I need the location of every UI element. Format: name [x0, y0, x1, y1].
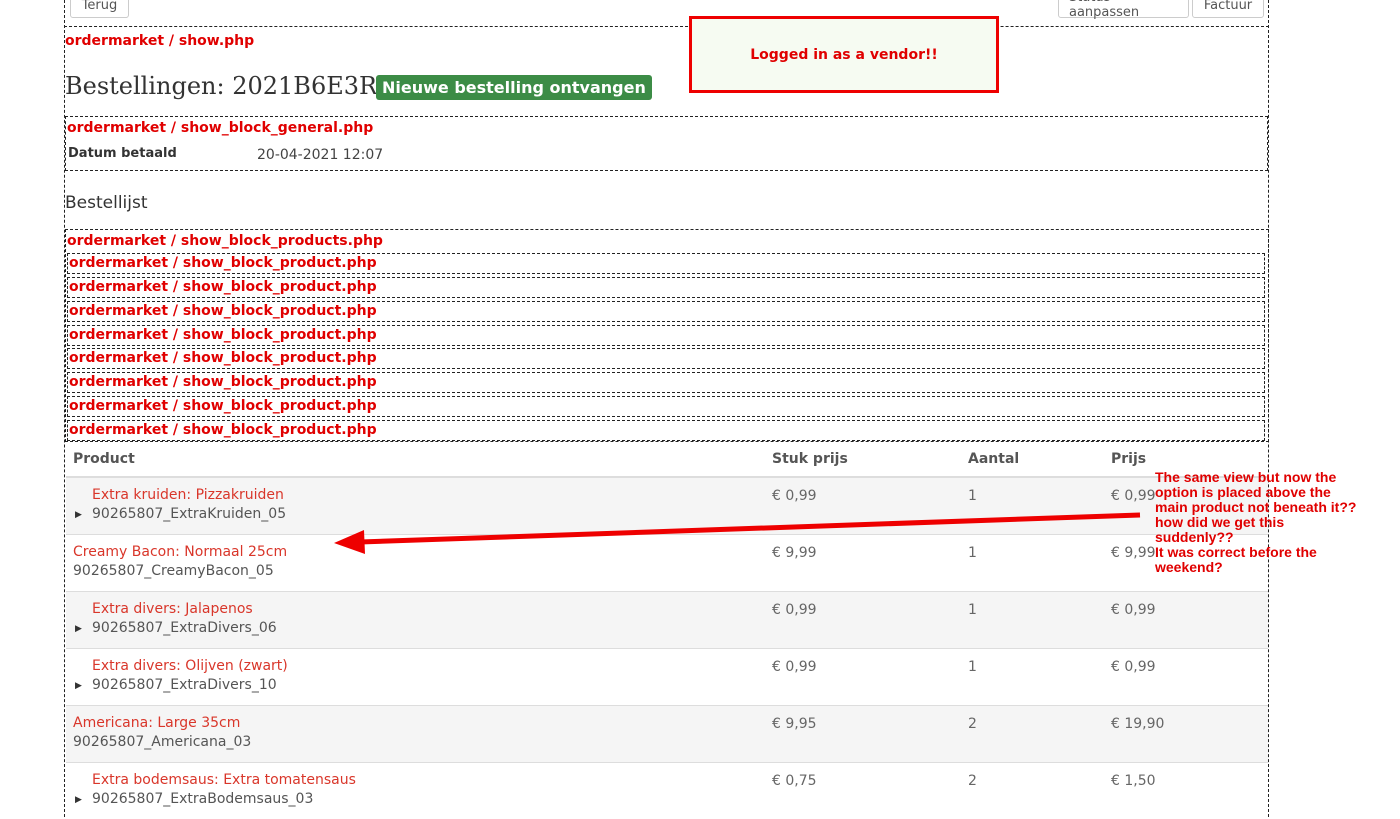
debug-label-product: ordermarket / show_block_product.php — [69, 350, 377, 366]
order-table: Product Stuk prijs Aantal Prijs ▶ Extra … — [66, 442, 1268, 819]
product-sku: 90265807_ExtraBodemsaus_03 — [92, 791, 758, 807]
arrow-shaft — [360, 515, 1140, 542]
product-link[interactable]: Extra kruiden: Pizzakruiden — [92, 487, 758, 503]
quantity: 1 — [968, 602, 1097, 618]
unit-price-cell: € 9,95 — [765, 706, 961, 763]
product-block: ordermarket / show_block_product.php — [67, 348, 1265, 369]
caret-right-icon[interactable]: ▶ — [75, 624, 82, 634]
product-link[interactable]: Americana: Large 35cm — [73, 715, 758, 731]
annotation-arrow-icon — [330, 505, 1145, 555]
product-cell: ▶ Extra divers: Olijven (zwart) 90265807… — [66, 649, 765, 706]
column-header-product: Product — [66, 442, 765, 477]
product-block: ordermarket / show_block_product.php — [67, 396, 1265, 417]
annotation-line: It was correct before the — [1155, 545, 1385, 560]
debug-label-product: ordermarket / show_block_product.php — [69, 279, 377, 295]
product-sku: 90265807_ExtraDivers_06 — [92, 620, 758, 636]
unit-price: € 0,75 — [772, 773, 954, 789]
quantity: 1 — [968, 488, 1097, 504]
product-sku: 90265807_CreamyBacon_05 — [73, 563, 758, 579]
caret-right-icon[interactable]: ▶ — [75, 681, 82, 691]
quantity: 2 — [968, 716, 1097, 732]
general-block: ordermarket / show_block_general.php Dat… — [65, 116, 1268, 171]
vendor-notice: Logged in as a vendor!! — [689, 16, 999, 93]
price: € 1,50 — [1111, 773, 1261, 789]
quantity-cell: 1 — [961, 592, 1104, 649]
section-title: Bestellijst — [65, 193, 148, 213]
invoice-button[interactable]: Factuur — [1192, 0, 1264, 18]
debug-label-product: ordermarket / show_block_product.php — [69, 255, 377, 271]
debug-label-general: ordermarket / show_block_general.php — [67, 120, 373, 136]
caret-right-icon[interactable]: ▶ — [75, 510, 82, 520]
price-cell: € 0,99 — [1104, 649, 1268, 706]
product-cell: ▶ Extra divers: Jalapenos 90265807_Extra… — [66, 592, 765, 649]
unit-price: € 0,99 — [772, 602, 954, 618]
annotation-line: suddenly?? — [1155, 530, 1385, 545]
page-title: Bestellingen: 2021B6E3R6 — [65, 72, 392, 100]
debug-label-product: ordermarket / show_block_product.php — [69, 303, 377, 319]
product-sku: 90265807_ExtraDivers_10 — [92, 677, 758, 693]
price-cell: € 0,99 — [1104, 592, 1268, 649]
vendor-notice-text: Logged in as a vendor!! — [750, 47, 938, 63]
column-header-unit-price: Stuk prijs — [765, 442, 961, 477]
table-header-row: Product Stuk prijs Aantal Prijs — [66, 442, 1268, 477]
debug-label-show: ordermarket / show.php — [65, 33, 254, 49]
debug-label-product: ordermarket / show_block_product.php — [69, 422, 377, 438]
price: € 19,90 — [1111, 716, 1261, 732]
arrow-head — [334, 530, 365, 554]
table-row[interactable]: ▶ Extra bodemsaus: Extra tomatensaus 902… — [66, 763, 1268, 819]
annotation-line: weekend? — [1155, 560, 1385, 575]
unit-price-cell: € 0,99 — [765, 592, 961, 649]
price: € 0,99 — [1111, 602, 1261, 618]
sub-product: ▶ Extra bodemsaus: Extra tomatensaus 902… — [73, 772, 758, 807]
annotation-line: main product not beneath it?? — [1155, 500, 1385, 515]
product-link[interactable]: Extra divers: Jalapenos — [92, 601, 758, 617]
paid-date-value: 20-04-2021 12:07 — [257, 147, 383, 163]
product-block: ordermarket / show_block_product.php — [67, 420, 1265, 441]
product-cell: ▶ Extra bodemsaus: Extra tomatensaus 902… — [66, 763, 765, 819]
unit-price-cell: € 0,99 — [765, 649, 961, 706]
paid-date-label: Datum betaald — [68, 146, 177, 161]
status-badge: Nieuwe bestelling ontvangen — [376, 75, 652, 100]
debug-label-product: ordermarket / show_block_product.php — [69, 327, 377, 343]
sub-product: ▶ Extra divers: Olijven (zwart) 90265807… — [73, 658, 758, 693]
quantity: 1 — [968, 659, 1097, 675]
unit-price: € 0,99 — [772, 488, 954, 504]
product-link[interactable]: Extra divers: Olijven (zwart) — [92, 658, 758, 674]
table-row[interactable]: ▶ Extra divers: Jalapenos 90265807_Extra… — [66, 592, 1268, 649]
quantity-cell: 1 — [961, 649, 1104, 706]
price-cell: € 1,50 — [1104, 763, 1268, 819]
annotation-line: option is placed above the — [1155, 485, 1385, 500]
price: € 0,99 — [1111, 659, 1261, 675]
sub-product: ▶ Extra divers: Jalapenos 90265807_Extra… — [73, 601, 758, 636]
table-row[interactable]: Americana: Large 35cm 90265807_Americana… — [66, 706, 1268, 763]
product-block: ordermarket / show_block_product.php — [67, 253, 1265, 274]
debug-label-products: ordermarket / show_block_products.php — [67, 233, 383, 249]
debug-label-product: ordermarket / show_block_product.php — [69, 398, 377, 414]
toolbar-divider — [64, 26, 1269, 27]
change-status-button[interactable]: Status aanpassen — [1058, 0, 1189, 18]
quantity-cell: 2 — [961, 763, 1104, 819]
back-button[interactable]: Terug — [70, 0, 129, 18]
product-block: ordermarket / show_block_product.php — [67, 301, 1265, 322]
quantity: 2 — [968, 773, 1097, 789]
annotation-line: The same view but now the — [1155, 470, 1385, 485]
table-row[interactable]: ▶ Extra divers: Olijven (zwart) 90265807… — [66, 649, 1268, 706]
quantity-cell: 2 — [961, 706, 1104, 763]
price-cell: € 19,90 — [1104, 706, 1268, 763]
annotation-note: The same view but now the option is plac… — [1155, 470, 1385, 575]
unit-price: € 0,99 — [772, 659, 954, 675]
unit-price: € 9,95 — [772, 716, 954, 732]
unit-price-cell: € 0,75 — [765, 763, 961, 819]
annotation-line: how did we get this — [1155, 515, 1385, 530]
product-link[interactable]: Extra bodemsaus: Extra tomatensaus — [92, 772, 758, 788]
product-cell: Americana: Large 35cm 90265807_Americana… — [66, 706, 765, 763]
debug-label-product: ordermarket / show_block_product.php — [69, 374, 377, 390]
caret-right-icon[interactable]: ▶ — [75, 795, 82, 805]
column-header-quantity: Aantal — [961, 442, 1104, 477]
product-block: ordermarket / show_block_product.php — [67, 325, 1265, 346]
product-block: ordermarket / show_block_product.php — [67, 372, 1265, 393]
product-sku: 90265807_Americana_03 — [73, 734, 758, 750]
product-block: ordermarket / show_block_product.php — [67, 277, 1265, 298]
